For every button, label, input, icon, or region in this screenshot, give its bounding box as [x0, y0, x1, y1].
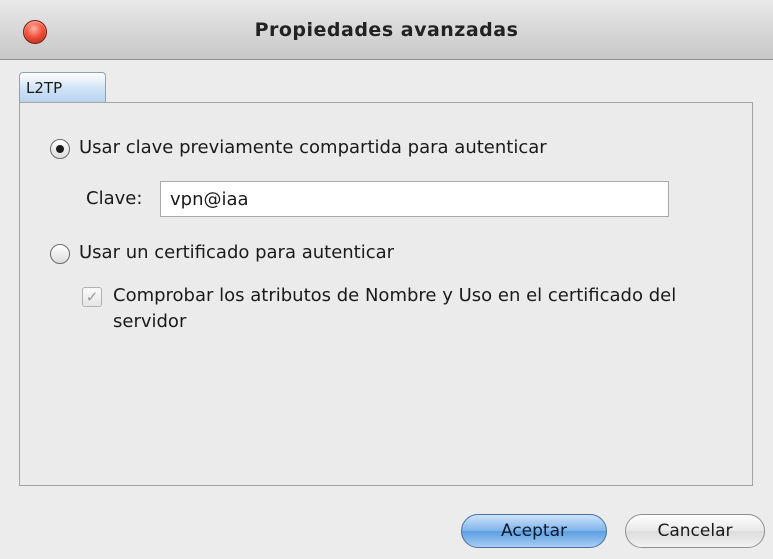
radio-certificate[interactable] [50, 244, 70, 264]
window-title: Propiedades avanzadas [254, 19, 519, 41]
radio-preshared-key[interactable] [50, 139, 70, 159]
key-input[interactable] [160, 181, 669, 217]
key-label: Clave: [86, 188, 143, 209]
cancel-button[interactable]: Cancelar [625, 514, 765, 548]
radio-certificate-label[interactable]: Usar un certificado para autenticar [79, 242, 394, 263]
verify-server-label[interactable]: Comprobar los atributos de Nombre y Uso … [113, 283, 733, 335]
verify-server-checkbox[interactable]: ✓ [82, 287, 102, 307]
radio-selected-dot [56, 145, 64, 153]
accept-button[interactable]: Aceptar [461, 514, 607, 548]
checkmark-icon: ✓ [85, 288, 99, 306]
radio-preshared-label[interactable]: Usar clave previamente compartida para a… [79, 137, 547, 158]
tab-l2tp[interactable]: L2TP [19, 72, 106, 102]
title-bar: Propiedades avanzadas [0, 0, 773, 60]
